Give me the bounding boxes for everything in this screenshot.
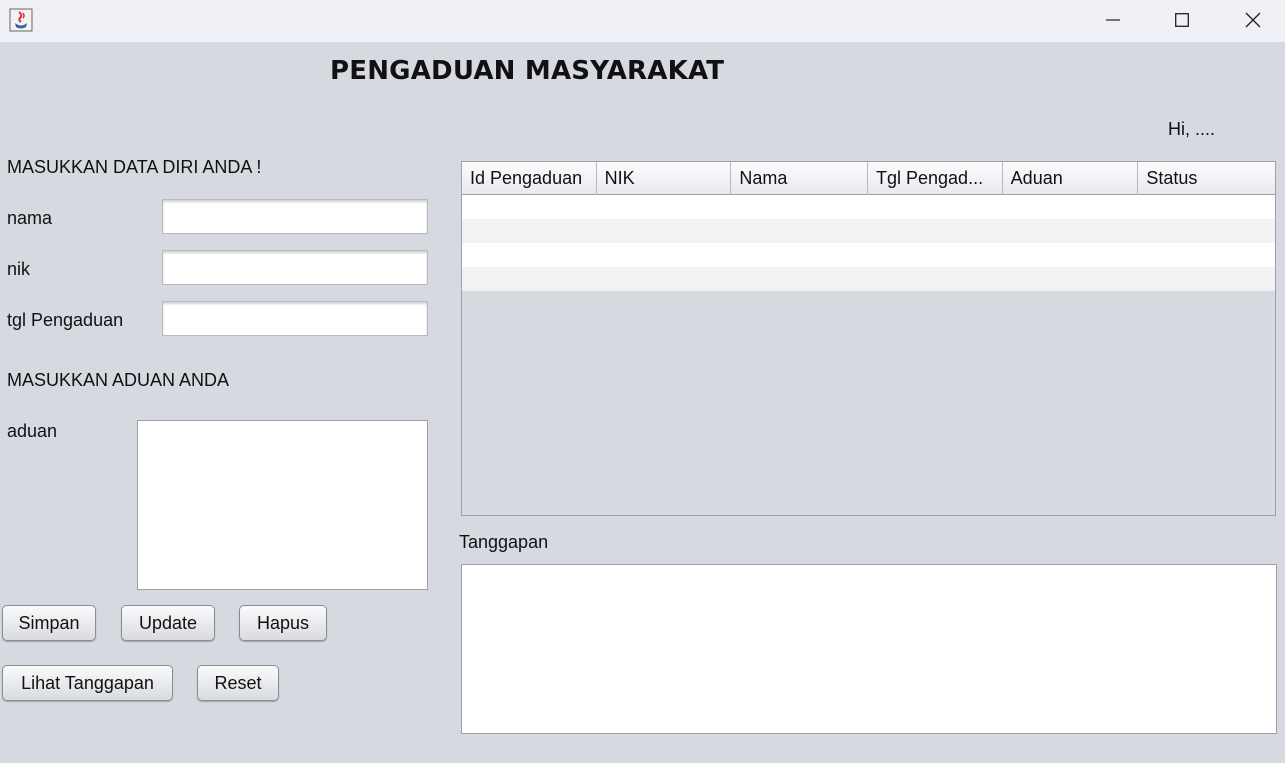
table-header: Id Pengaduan NIK Nama Tgl Pengad... Adua… — [462, 162, 1275, 195]
table-row[interactable] — [462, 243, 1275, 267]
tgl-pengaduan-label: tgl Pengaduan — [7, 310, 124, 330]
pengaduan-table[interactable]: Id Pengaduan NIK Nama Tgl Pengad... Adua… — [461, 161, 1276, 516]
close-button[interactable] — [1218, 0, 1285, 40]
column-header-status[interactable]: Status — [1138, 162, 1275, 195]
greeting-label: Hi, .... — [1168, 119, 1216, 139]
java-cup-icon — [9, 8, 33, 32]
lihat-tanggapan-button[interactable]: Lihat Tanggapan — [2, 665, 173, 701]
minimize-button[interactable] — [1078, 0, 1148, 40]
table-row[interactable] — [462, 195, 1275, 219]
column-header-tgl-pengaduan[interactable]: Tgl Pengad... — [868, 162, 1003, 195]
tanggapan-textarea[interactable] — [461, 564, 1277, 734]
nama-input[interactable] — [162, 199, 428, 234]
reset-button[interactable]: Reset — [197, 665, 279, 701]
maximize-icon — [1175, 13, 1189, 27]
column-header-nama[interactable]: Nama — [731, 162, 868, 195]
aduan-textarea[interactable] — [137, 420, 428, 590]
nik-label: nik — [7, 259, 31, 279]
minimize-icon — [1106, 19, 1120, 21]
close-icon — [1245, 12, 1261, 28]
table-row[interactable] — [462, 267, 1275, 291]
section-aduan-label: MASUKKAN ADUAN ANDA — [7, 370, 230, 390]
tgl-pengaduan-input[interactable] — [162, 301, 428, 336]
maximize-button[interactable] — [1147, 0, 1217, 40]
simpan-button[interactable]: Simpan — [2, 605, 96, 641]
tanggapan-label: Tanggapan — [459, 532, 549, 552]
nik-input[interactable] — [162, 250, 428, 285]
update-button[interactable]: Update — [121, 605, 215, 641]
section-data-diri-label: MASUKKAN DATA DIRI ANDA ! — [7, 157, 262, 177]
page-title: PENGADUAN MASYARAKAT — [330, 56, 725, 86]
aduan-label: aduan — [7, 421, 58, 441]
column-header-id-pengaduan[interactable]: Id Pengaduan — [462, 162, 597, 195]
column-header-nik[interactable]: NIK — [597, 162, 732, 195]
column-header-aduan[interactable]: Aduan — [1003, 162, 1139, 195]
hapus-button[interactable]: Hapus — [239, 605, 327, 641]
table-row[interactable] — [462, 219, 1275, 243]
nama-label: nama — [7, 208, 53, 228]
title-bar — [0, 0, 1285, 42]
